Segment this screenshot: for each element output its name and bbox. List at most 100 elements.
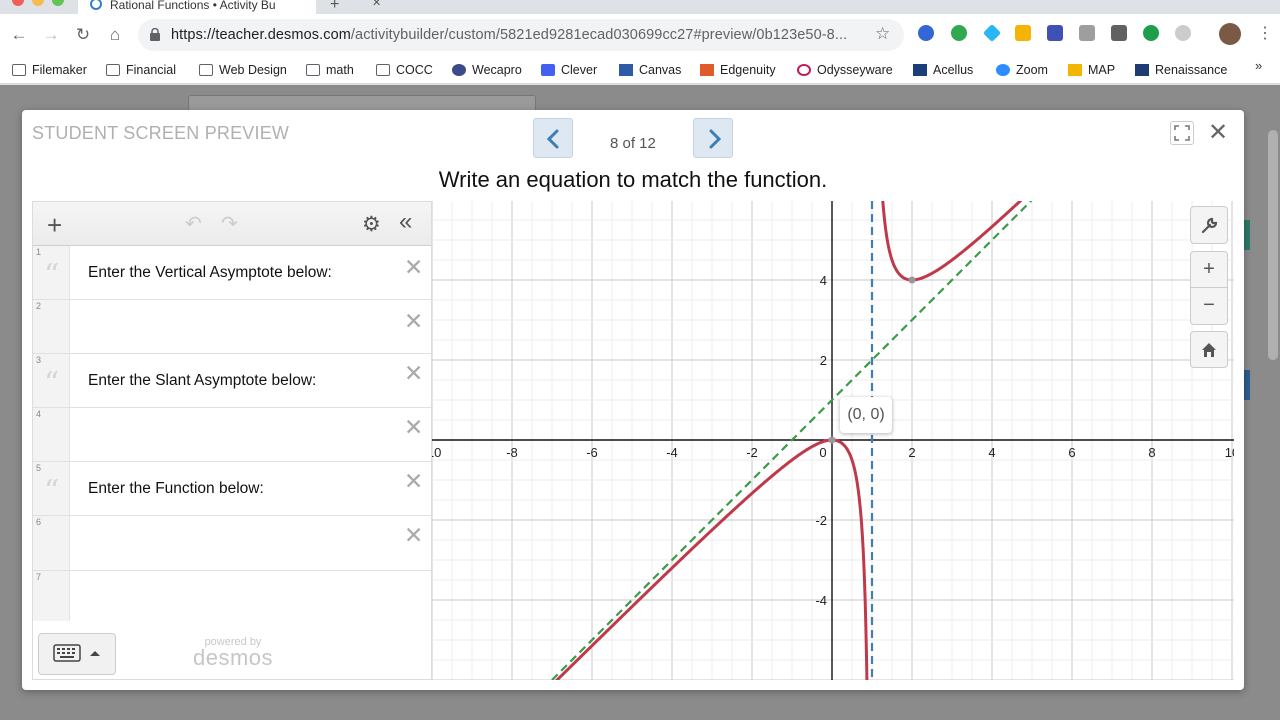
fullscreen-button[interactable] (1170, 121, 1194, 145)
bookmark-filemaker[interactable]: Filemaker (12, 60, 87, 80)
next-screen-button[interactable] (693, 118, 733, 158)
zoom-in-button[interactable]: + (1190, 251, 1228, 288)
x-tick-label: 10 (1225, 445, 1234, 460)
bookmark-math[interactable]: math (306, 60, 354, 80)
bookmark-odysseyware[interactable]: Odysseyware (797, 60, 893, 80)
extension-green-icon[interactable] (1143, 25, 1159, 41)
add-expression-icon[interactable]: + (47, 210, 62, 241)
settings-gear-icon[interactable]: ⚙ (362, 212, 381, 237)
expression-row[interactable]: 6 ✕ (33, 516, 431, 571)
extension-clever-icon[interactable] (1047, 25, 1063, 41)
extension-zoom-icon[interactable] (918, 25, 934, 41)
bookmark-edgenuity[interactable]: Edgenuity (700, 60, 776, 80)
forward-icon[interactable]: → (40, 24, 62, 46)
maximize-window-icon[interactable] (52, 0, 64, 6)
extension-c-gray-icon[interactable] (1079, 25, 1095, 41)
point-coordinate-label: (0, 0) (840, 397, 892, 433)
zoom-out-button[interactable]: − (1190, 288, 1228, 325)
expression-row[interactable]: 3 “ Enter the Slant Asymptote below: ✕ (33, 354, 431, 408)
address-bar[interactable]: https://teacher.desmos.com/activitybuild… (138, 19, 904, 51)
bookmark-financial[interactable]: Financial (106, 60, 176, 80)
row-number: 6 (36, 517, 42, 527)
folder-icon (376, 64, 390, 76)
delete-expression-icon[interactable]: ✕ (404, 308, 423, 335)
bookmark-wecapro[interactable]: Wecapro (452, 60, 522, 80)
expression-row[interactable]: 7 (33, 571, 431, 621)
x-tick-label: 2 (908, 445, 915, 460)
row-gutter: 2 (33, 300, 70, 353)
bookmark-web-design[interactable]: Web Design (199, 60, 287, 80)
x-tick-label: 0 (819, 445, 826, 460)
minimize-window-icon[interactable] (32, 0, 44, 6)
expression-toolbar: + ↶ ↷ ⚙ « (33, 202, 431, 246)
graph-settings-button[interactable] (1190, 206, 1228, 244)
delete-expression-icon[interactable]: ✕ (404, 522, 423, 549)
origin-point (828, 436, 836, 444)
expression-row[interactable]: 4 ✕ (33, 408, 431, 462)
bookmark-canvas[interactable]: Canvas (619, 60, 681, 80)
wecapro-icon (452, 64, 466, 76)
bookmark-map[interactable]: MAP (1068, 60, 1115, 80)
note-quote-icon: “ (44, 366, 60, 401)
tab-title: Rational Functions • Activity Bu (110, 0, 276, 12)
extension-drive-icon[interactable] (1015, 25, 1031, 41)
expand-icon (1174, 125, 1190, 141)
bookmark-star-icon[interactable]: ☆ (875, 24, 890, 44)
keyboard-icon (53, 644, 100, 662)
delete-expression-icon[interactable]: ✕ (404, 360, 423, 387)
bookmark-cocc[interactable]: COCC (376, 60, 433, 80)
bookmark-label: Renaissance (1155, 63, 1228, 77)
reload-icon[interactable]: ↻ (72, 24, 94, 46)
graph-paper[interactable]: -10 -8 -6 -4 -2 0 2 4 6 8 10 4 2 -2 -4 (432, 201, 1234, 680)
note-text[interactable]: Enter the Vertical Asymptote below: (88, 264, 332, 282)
delete-expression-icon[interactable]: ✕ (404, 414, 423, 441)
default-viewport-button[interactable] (1190, 331, 1228, 368)
expression-list: + ↶ ↷ ⚙ « 1 “ Enter the Vertical Asympto… (32, 201, 432, 680)
url-path: /activitybuilder/custom/5821ed9281ecad03… (350, 27, 848, 43)
folder-icon (199, 64, 213, 76)
delete-expression-icon[interactable]: ✕ (404, 468, 423, 495)
desmos-favicon-icon (90, 0, 102, 10)
graph-canvas[interactable]: -10 -8 -6 -4 -2 0 2 4 6 8 10 4 2 -2 -4 (432, 201, 1234, 680)
bookmark-label: COCC (396, 63, 433, 77)
profile-avatar[interactable] (1219, 23, 1241, 45)
note-text[interactable]: Enter the Slant Asymptote below: (88, 372, 316, 390)
close-modal-icon[interactable]: ✕ (1208, 118, 1228, 147)
browser-menu-icon[interactable]: ⋮ (1257, 23, 1273, 43)
x-tick-label: -4 (666, 445, 678, 460)
note-quote-icon: “ (44, 258, 60, 293)
delete-expression-icon[interactable]: ✕ (404, 254, 423, 281)
new-tab-icon[interactable]: + (330, 0, 339, 14)
y-tick-label: 2 (820, 353, 827, 368)
keypad-toggle-button[interactable] (38, 633, 116, 675)
extension-gray-circle-icon[interactable] (1175, 25, 1191, 41)
row-number: 1 (36, 247, 42, 257)
close-window-icon[interactable] (12, 0, 24, 6)
bookmark-zoom[interactable]: Zoom (996, 60, 1048, 80)
browser-tab[interactable]: Rational Functions • Activity Bu ✕ (78, 0, 381, 14)
expression-row[interactable]: 1 “ Enter the Vertical Asymptote below: … (33, 246, 431, 300)
back-icon[interactable]: ← (8, 24, 30, 46)
x-tick-label: 6 (1068, 445, 1075, 460)
redo-icon[interactable]: ↷ (221, 211, 238, 236)
bookmark-renaissance[interactable]: Renaissance (1135, 60, 1227, 80)
expression-row[interactable]: 5 “ Enter the Function below: ✕ (33, 462, 431, 516)
previous-screen-button[interactable] (533, 118, 573, 158)
screen-prompt: Write an equation to match the function. (438, 167, 828, 192)
screen-counter: 8 of 12 (610, 135, 656, 152)
extension-evernote-icon[interactable] (951, 25, 967, 41)
bookmark-clever[interactable]: Clever (541, 60, 597, 80)
note-text[interactable]: Enter the Function below: (88, 480, 264, 498)
collapse-list-icon[interactable]: « (399, 208, 412, 236)
row-gutter: 4 (33, 408, 70, 461)
bookmark-acellus[interactable]: Acellus (913, 60, 973, 80)
undo-icon[interactable]: ↶ (185, 211, 202, 236)
home-icon[interactable]: ⌂ (104, 24, 126, 46)
bookmarks-overflow-icon[interactable]: » (1255, 58, 1262, 73)
row-gutter: 3 “ (33, 354, 70, 407)
extension-diamond-icon[interactable] (982, 23, 1002, 43)
expression-row[interactable]: 2 ✕ (33, 300, 431, 354)
tab-close-icon[interactable]: ✕ (372, 0, 381, 9)
extension-c-dark-icon[interactable] (1111, 25, 1127, 41)
renaissance-icon (1135, 64, 1149, 76)
